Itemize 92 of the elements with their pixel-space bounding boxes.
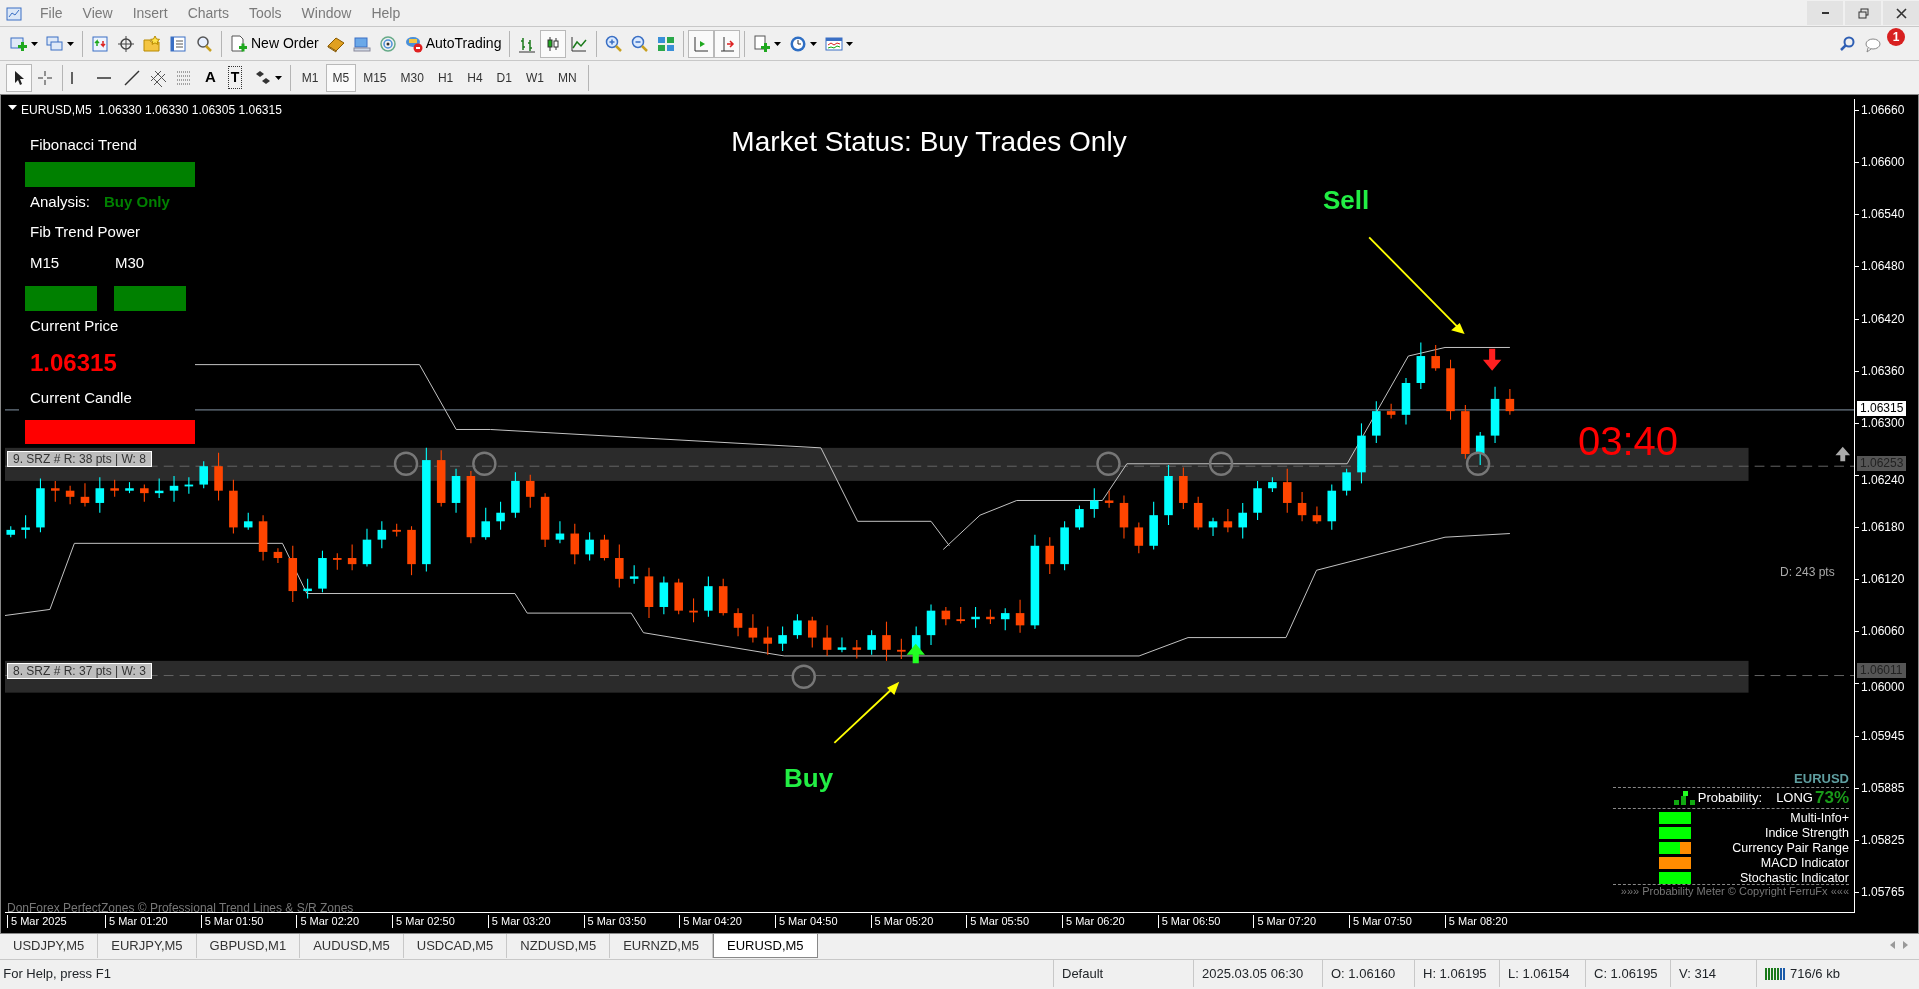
- price-label: 1.06360: [1861, 363, 1905, 378]
- price-tag: 1.06315: [1857, 401, 1907, 416]
- price-label: 1.05765: [1861, 884, 1905, 899]
- menu-item[interactable]: Charts: [177, 2, 239, 24]
- menu-item[interactable]: Insert: [122, 2, 178, 24]
- timeframe-button[interactable]: W1: [518, 63, 551, 92]
- meter-row-label: Multi-Info+: [1789, 810, 1849, 827]
- timeframe-label: M30: [114, 253, 146, 273]
- candle-label: Current Candle: [29, 388, 133, 408]
- timeframe-button[interactable]: M5: [325, 63, 357, 92]
- menu-item[interactable]: Window: [291, 2, 362, 24]
- time-label: 5 Mar 01:50: [200, 915, 264, 928]
- timeframe-label: M15: [29, 253, 61, 273]
- price-label: 1.06120: [1861, 572, 1905, 587]
- time-label: 5 Mar 04:20: [679, 915, 742, 928]
- countdown-timer: 03:40: [1578, 418, 1679, 465]
- probability-label: Probability:: [1697, 789, 1763, 808]
- zone-label: 9. SRZ # R: 38 pts | W: 8: [7, 451, 152, 467]
- menu-item[interactable]: View: [72, 2, 123, 24]
- analysis-label: Analysis:: [29, 192, 91, 212]
- time-label: 5 Mar 08:20: [1444, 915, 1508, 928]
- notification-badge: 1: [1887, 28, 1905, 46]
- price-label: 1.06420: [1861, 311, 1905, 326]
- price-label: 1.06000: [1861, 680, 1905, 695]
- auto-trading-button[interactable]: AutoTrading: [400, 29, 506, 58]
- high-price: H: 1.06195: [1423, 964, 1487, 983]
- panel-title: Fibonacci Trend: [29, 135, 138, 155]
- low-price: L: 1.06154: [1508, 964, 1570, 983]
- timeframe-button[interactable]: H1: [430, 63, 461, 92]
- price-label: Current Price: [29, 316, 120, 336]
- market-status: Market Status: Buy Trades Only: [731, 125, 1127, 159]
- time-label: 5 Mar 03:50: [583, 915, 647, 928]
- meter-row-label: Indice Strength: [1763, 825, 1849, 842]
- price-label: 1.06300: [1861, 415, 1905, 430]
- help-text: For Help, press F1: [2, 964, 112, 983]
- time-label: 5 Mar 05:50: [966, 915, 1029, 928]
- timeframe-button[interactable]: M30: [393, 63, 431, 92]
- direction-label: LONG: [1776, 789, 1813, 808]
- meter-row-label: MACD Indicator: [1759, 855, 1849, 872]
- time-label: 5 Mar 07:20: [1253, 915, 1317, 928]
- price-label: 1.05945: [1861, 728, 1905, 743]
- menu-item[interactable]: Help: [361, 2, 411, 24]
- menu-item[interactable]: File: [30, 2, 73, 24]
- new-order-button[interactable]: New Order: [226, 29, 323, 58]
- timeframe-button[interactable]: MN: [550, 63, 584, 92]
- time-label: 5 Mar 04:50: [774, 915, 838, 928]
- traffic-value: 716/6 kb: [1790, 964, 1840, 983]
- open-price: O: 1.06160: [1331, 964, 1396, 983]
- menu-item[interactable]: Tools: [238, 2, 292, 24]
- chart-header: EURUSD,M5 1.06330 1.06330 1.06305 1.06315: [21, 102, 282, 119]
- price-label: 1.06660: [1861, 103, 1905, 117]
- time-label: 5 Mar 02:20: [296, 915, 360, 928]
- price-label: 1.06060: [1861, 624, 1905, 639]
- time-label: 5 Mar 05:20: [870, 915, 934, 928]
- zone-label: 8. SRZ # R: 37 pts | W: 3: [7, 663, 152, 679]
- timeframe-button[interactable]: M15: [356, 63, 394, 92]
- meter-footer: »»» Probability Meter © Copyright FerruFx «««: [1613, 885, 1849, 898]
- bar-datetime: 2025.03.05 06:30: [1202, 964, 1304, 983]
- time-label: 5 Mar 06:50: [1157, 915, 1221, 928]
- time-label: 5 Mar 07:50: [1349, 915, 1412, 928]
- time-label: 5 Mar 03:20: [487, 915, 551, 928]
- profile-name: Default: [1062, 964, 1104, 983]
- sell-label: Sell: [1323, 184, 1370, 217]
- time-label: 5 Mar 01:20: [105, 915, 168, 928]
- chart-tab[interactable]: EURUSD,M5: [713, 934, 818, 958]
- timeframe-button[interactable]: D1: [489, 63, 519, 92]
- price-label: 1.06240: [1861, 472, 1905, 487]
- price-label: 1.06540: [1861, 207, 1905, 222]
- timeframe-button[interactable]: H4: [460, 63, 490, 92]
- volume-value: V: 314: [1679, 964, 1717, 983]
- close-price: C: 1.06195: [1594, 964, 1658, 983]
- price-label: 1.05825: [1861, 832, 1905, 847]
- text-label-button[interactable]: T: [223, 63, 250, 92]
- power-label: Fib Trend Power: [29, 222, 142, 242]
- price-label: 1.05885: [1861, 780, 1905, 795]
- indicator-note: DonForex PerfectZones © Professional Trend Lines & S/R Zones: [7, 900, 354, 912]
- time-label: 5 Mar 02:50: [392, 915, 455, 928]
- meter-symbol: EURUSD: [1793, 771, 1849, 787]
- timeframe-button[interactable]: M1: [294, 63, 326, 92]
- meter-row-label: Stochastic Indicator: [1738, 870, 1849, 887]
- text-tool-button[interactable]: A: [197, 63, 224, 92]
- buy-label: Buy: [784, 762, 834, 795]
- time-label: 5 Mar 06:20: [1062, 915, 1125, 928]
- price-label: 1.06600: [1861, 155, 1905, 170]
- probability-percent: 73%: [1814, 787, 1849, 810]
- time-label: 5 Mar 2025: [7, 915, 67, 928]
- distance-label: D: 243 pts: [1780, 564, 1835, 581]
- price-label: 1.06480: [1861, 259, 1905, 274]
- price-label: 1.06180: [1861, 520, 1905, 535]
- meter-row-label: Currency Pair Range: [1731, 840, 1849, 857]
- analysis-value: Buy Only: [103, 192, 170, 212]
- current-price: 1.06315: [29, 349, 118, 377]
